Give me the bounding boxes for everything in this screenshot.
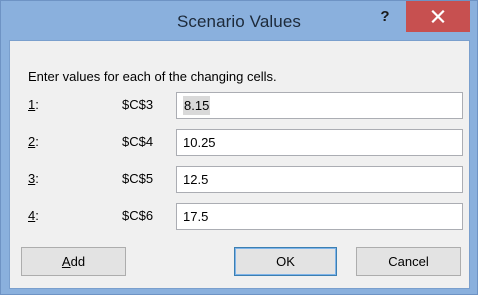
value-input-4[interactable]: 17.5 xyxy=(176,203,463,230)
value-input-2-text: 10.25 xyxy=(183,135,216,150)
row-label-4: 4: xyxy=(28,208,39,223)
help-button[interactable]: ? xyxy=(371,5,399,31)
cell-ref-3: $C$5 xyxy=(122,171,154,186)
row-label-1: 1: xyxy=(28,97,39,112)
value-input-4-text: 17.5 xyxy=(183,209,209,224)
close-button[interactable] xyxy=(406,1,470,32)
close-icon xyxy=(431,10,445,23)
ok-button[interactable]: OK xyxy=(234,247,337,276)
cell-ref-2: $C$4 xyxy=(122,134,154,149)
value-input-2[interactable]: 10.25 xyxy=(176,129,463,156)
row-label-3: 3: xyxy=(28,171,39,186)
add-button-mnemonic: A xyxy=(61,254,71,269)
cell-ref-4: $C$6 xyxy=(122,208,154,223)
cell-ref-1: $C$3 xyxy=(122,97,154,112)
title-bar[interactable]: Scenario Values ? xyxy=(1,1,477,40)
value-input-3[interactable]: 12.5 xyxy=(176,166,463,193)
dialog-body: Enter values for each of the changing ce… xyxy=(9,40,470,289)
row-label-2: 2: xyxy=(28,134,39,149)
cancel-button[interactable]: Cancel xyxy=(356,247,461,276)
instruction-text: Enter values for each of the changing ce… xyxy=(28,69,277,84)
scenario-values-dialog: Scenario Values ? Enter values for each … xyxy=(0,0,478,295)
value-input-1[interactable]: 8.15 xyxy=(176,92,463,119)
add-button-label: dd xyxy=(70,254,86,269)
add-button[interactable]: Add xyxy=(21,247,126,276)
value-input-3-text: 12.5 xyxy=(183,172,209,187)
value-input-1-text: 8.15 xyxy=(183,96,211,115)
